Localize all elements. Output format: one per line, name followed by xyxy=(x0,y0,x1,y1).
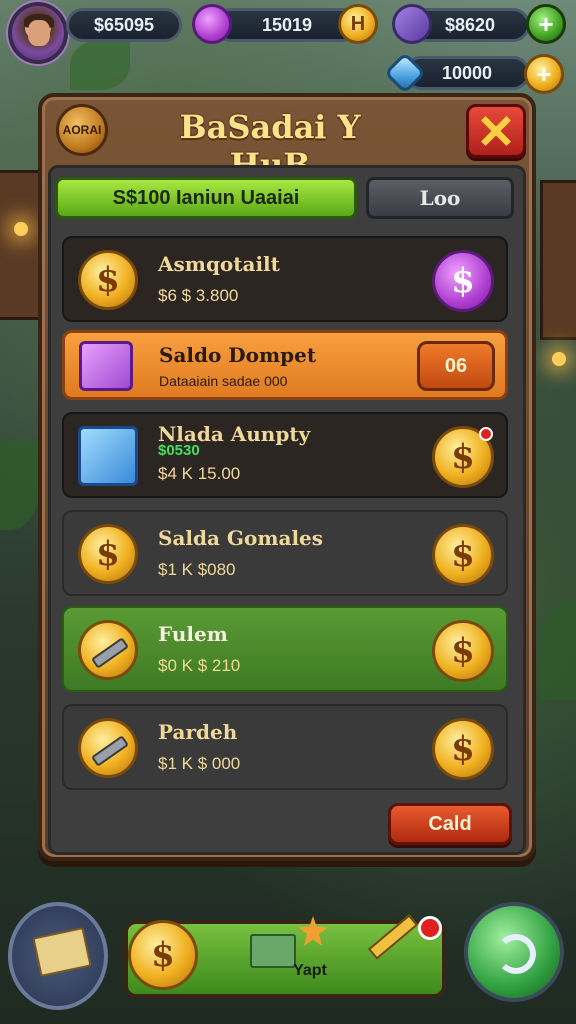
add-crystal-button[interactable]: + xyxy=(524,54,564,94)
item-name: Pardeh xyxy=(158,720,238,744)
avatar-face xyxy=(28,20,50,46)
item-description: Dataaiain sadae 000 xyxy=(159,373,288,389)
tool-icon xyxy=(78,620,138,680)
item-value: $0 K $ 210 xyxy=(158,656,241,675)
notification-badge xyxy=(418,916,442,940)
list-item-highlighted[interactable]: Saldo Dompet Dataaiain sadae 000 06 xyxy=(62,330,508,400)
leaf xyxy=(0,440,40,530)
coins-counter: $65095 xyxy=(66,8,182,42)
cube-icon xyxy=(78,426,138,486)
item-value: $1 K $ 000 xyxy=(158,754,241,773)
lamp xyxy=(552,352,566,366)
coin-icon: $ xyxy=(78,524,138,584)
coin-icon: $ xyxy=(432,524,494,586)
chest-icon xyxy=(79,341,133,391)
notification-dot xyxy=(479,427,493,441)
list-item[interactable]: Nlada Aunpty $0530 $4 K 15.00 $ xyxy=(62,412,508,498)
item-bonus: $0530 xyxy=(158,442,200,459)
coin-button[interactable]: $ xyxy=(128,920,198,990)
refresh-icon xyxy=(496,934,536,974)
list-item[interactable]: Pardeh $1 K $ 000 $ xyxy=(62,704,508,790)
sword-icon xyxy=(392,4,432,44)
item-action-button[interactable]: 06 xyxy=(417,341,495,391)
money-stack-icon xyxy=(32,927,92,977)
lamp xyxy=(14,222,28,236)
item-value: $6 $ 3.800 xyxy=(158,286,239,305)
leaf xyxy=(540,600,576,700)
bottom-bar: $ Yapt xyxy=(0,890,576,1024)
player-avatar[interactable] xyxy=(8,2,68,64)
tab-secondary[interactable]: Loo xyxy=(366,177,514,219)
add-swords-button[interactable]: + xyxy=(526,4,566,44)
close-button[interactable] xyxy=(466,104,526,158)
tab-primary[interactable]: S$100 Ianiun Uaaiai xyxy=(55,177,357,219)
list-item[interactable]: Fulem $0 K $ 210 $ xyxy=(62,606,508,692)
money-stack-button[interactable] xyxy=(8,902,108,1010)
item-name: Salda Gomales xyxy=(158,526,324,550)
hut xyxy=(540,180,576,340)
gold-plus-button[interactable]: H xyxy=(338,4,378,44)
item-name: Fulem xyxy=(158,622,228,646)
tool-bar xyxy=(90,637,130,669)
gem-icon xyxy=(192,4,232,44)
call-button[interactable]: Cald xyxy=(388,803,512,845)
list-item[interactable]: $ Asmqotailt $6 $ 3.800 $ xyxy=(62,236,508,322)
panel-badge: AORAI xyxy=(56,104,108,156)
coin-icon: $ xyxy=(432,620,494,682)
top-bar: $65095 15019 H $8620 + 10000 + xyxy=(0,0,576,100)
item-value: $1 K $080 xyxy=(158,560,236,579)
wrench-icon xyxy=(78,718,138,778)
tool-bar xyxy=(90,735,130,767)
gem-coin-icon: $ xyxy=(432,250,494,312)
coin-icon: $ xyxy=(432,426,494,488)
item-name: Asmqotailt xyxy=(158,252,280,276)
item-name: Saldo Dompet xyxy=(159,343,317,367)
item-value: $4 K 15.00 xyxy=(158,464,241,483)
close-icon xyxy=(481,116,511,146)
bottom-menu-label: Yapt xyxy=(293,962,327,979)
refresh-button[interactable] xyxy=(464,902,564,1002)
coin-icon: $ xyxy=(78,250,138,310)
list-item[interactable]: $ Salda Gomales $1 K $080 $ xyxy=(62,510,508,596)
coin-icon: $ xyxy=(432,718,494,780)
